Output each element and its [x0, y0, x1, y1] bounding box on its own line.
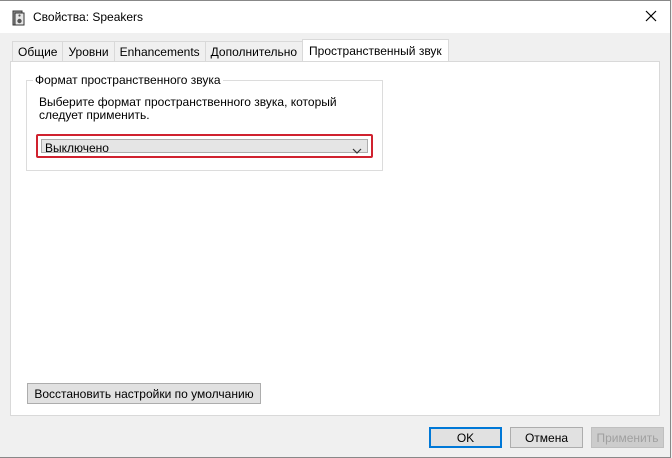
speaker-icon	[12, 10, 26, 26]
dropdown-selected-value: Выключено	[45, 141, 109, 155]
apply-button[interactable]: Применить	[591, 427, 664, 448]
close-icon	[645, 10, 657, 25]
tab-strip: Общие Уровни Enhancements Дополнительно …	[12, 39, 449, 62]
tab-spatial-sound[interactable]: Пространственный звук	[302, 39, 449, 61]
tab-levels[interactable]: Уровни	[62, 41, 115, 61]
tab-enhancements[interactable]: Enhancements	[113, 41, 206, 61]
group-title: Формат пространственного звука	[33, 73, 223, 87]
tab-advanced[interactable]: Дополнительно	[204, 41, 304, 61]
chevron-down-icon	[352, 144, 362, 154]
spatial-format-group: Формат пространственного звука Выберите …	[26, 73, 383, 171]
close-button[interactable]	[636, 3, 666, 31]
tab-general[interactable]: Общие	[12, 41, 64, 61]
spatial-sound-panel: Формат пространственного звука Выберите …	[10, 61, 660, 416]
window-title: Свойства: Speakers	[33, 10, 144, 24]
group-description: Выберите формат пространственного звука,…	[39, 95, 337, 122]
speakers-properties-dialog: Свойства: Speakers Общие Уровни Enhancem…	[0, 0, 671, 458]
spatial-format-dropdown[interactable]: Выключено	[41, 139, 368, 155]
cancel-button[interactable]: Отмена	[510, 427, 583, 448]
title-bar[interactable]: Свойства: Speakers	[0, 1, 670, 33]
restore-defaults-button[interactable]: Восстановить настройки по умолчанию	[27, 383, 261, 404]
highlight-box: Выключено	[36, 134, 373, 158]
ok-button[interactable]: OK	[429, 427, 502, 448]
